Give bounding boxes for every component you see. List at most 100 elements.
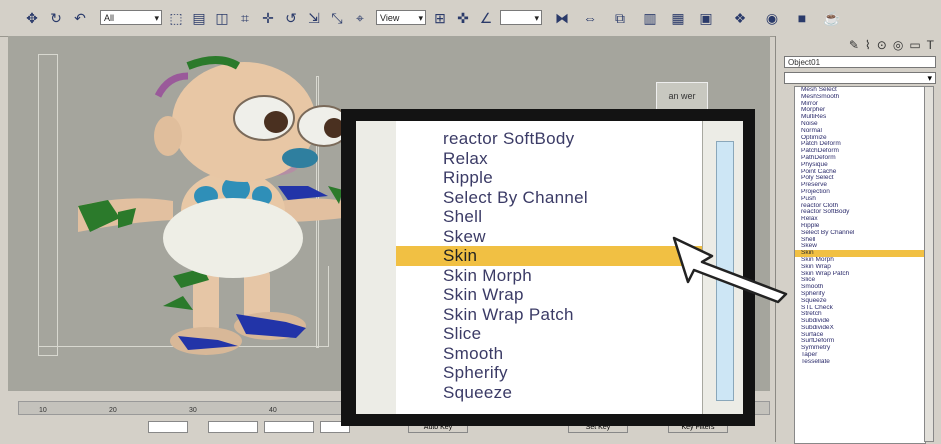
modifier-list-item[interactable]: Mirror [795, 101, 925, 108]
modifier-list-item[interactable]: reactor Cloth [795, 203, 925, 210]
modifier-list-item[interactable]: Push [795, 196, 925, 203]
layers-icon[interactable]: ⧉ [610, 8, 630, 28]
modifier-list-item[interactable]: Symmetry [795, 345, 925, 352]
modifier-list-item[interactable]: Projection [795, 189, 925, 196]
zoom-modifier-list[interactable]: reactor SoftBody Relax Ripple Select By Cha… [396, 121, 702, 414]
modifier-list-item[interactable]: Morpher [795, 107, 925, 114]
mirror-icon[interactable]: ⧓ [552, 8, 572, 28]
modifier-list-item[interactable]: Preserve [795, 182, 925, 189]
zoom-modifier-item[interactable]: reactor SoftBody [396, 129, 702, 149]
zoom-modifier-item[interactable]: Slice [396, 324, 702, 344]
chevron-down-icon: ▾ [927, 73, 932, 83]
modifier-list-scrollbar[interactable] [924, 86, 934, 442]
modifier-list-item[interactable]: Ripple [795, 223, 925, 230]
utilities-tab-icon[interactable]: T [927, 38, 934, 54]
create-tab-icon[interactable]: ✎ [849, 38, 859, 54]
modifier-list-item[interactable]: Tessellate [795, 359, 925, 366]
zoom-modifier-item[interactable]: Skin Wrap [396, 285, 702, 305]
coord-x-field[interactable] [208, 421, 258, 433]
rotate-tool-icon[interactable]: ↺ [281, 8, 301, 28]
align-icon[interactable]: ⇔ [580, 8, 600, 28]
zoom-modifier-item[interactable]: Skin Morph [396, 266, 702, 286]
coord-y-field[interactable] [264, 421, 314, 433]
modifier-list-item[interactable]: Normal [795, 128, 925, 135]
modifier-list-item[interactable]: Physique [795, 162, 925, 169]
modifier-list-item[interactable]: STL Check [795, 305, 925, 312]
zoom-modifier-item[interactable]: Ripple [396, 168, 702, 188]
modifier-list-item[interactable]: Skew [795, 243, 925, 250]
modifier-list-item[interactable]: Skin Morph [795, 257, 925, 264]
modifier-list-item[interactable]: MultiRes [795, 114, 925, 121]
curve-editor-icon[interactable]: ▥ [640, 8, 660, 28]
modifier-list-item[interactable]: Skin [795, 250, 925, 257]
modifier-list-item[interactable]: Select By Channel [795, 230, 925, 237]
modify-tab-icon[interactable]: ⌇ [865, 38, 871, 54]
snaps-icon[interactable]: ✜ [453, 8, 473, 28]
modifier-list-item[interactable]: Slice [795, 277, 925, 284]
frame-field[interactable] [148, 421, 188, 433]
modifier-list-item[interactable]: Stretch [795, 311, 925, 318]
object-name-field[interactable]: Object01 [784, 56, 936, 68]
modifier-list[interactable]: Mesh Select MeshSmooth Mirror Morpher MultiR… [794, 86, 926, 444]
hierarchy-tab-icon[interactable]: ⊙ [877, 38, 887, 54]
zoom-modifier-item[interactable]: Skin [396, 246, 702, 266]
select-and-link-icon[interactable]: ✥ [22, 8, 42, 28]
modifier-list-item[interactable]: Spherify [795, 291, 925, 298]
motion-tab-icon[interactable]: ◎ [893, 38, 903, 54]
reference-coord-dropdown[interactable]: View [376, 10, 426, 26]
selection-filter-dropdown[interactable]: All [100, 10, 162, 26]
modifier-list-item[interactable]: Surface [795, 332, 925, 339]
render-setup-icon[interactable]: ❖ [730, 8, 750, 28]
modifier-list-dropdown[interactable]: ▾ [784, 72, 936, 84]
modifier-list-item[interactable]: Optimize [795, 135, 925, 142]
viewcube-label[interactable]: an wer [656, 82, 708, 110]
modifier-list-item[interactable]: Smooth [795, 284, 925, 291]
modifier-list-item[interactable]: PathDeform [795, 155, 925, 162]
zoom-modifier-item[interactable]: Shell [396, 207, 702, 227]
modifier-list-item[interactable]: Patch Deform [795, 141, 925, 148]
zoom-modifier-item[interactable]: Smooth [396, 344, 702, 364]
scale-nonuniform-icon[interactable]: ⤡ [327, 8, 347, 28]
modifier-list-item[interactable]: Squeeze [795, 298, 925, 305]
modifier-list-item[interactable]: SurfDeform [795, 338, 925, 345]
zoom-modifier-item[interactable]: Squeeze [396, 383, 702, 403]
render-teapot-icon[interactable]: ☕ [822, 8, 842, 28]
zoom-modifier-item[interactable]: Relax [396, 149, 702, 169]
named-selection-field[interactable] [500, 10, 542, 26]
scale-icon[interactable]: ⇲ [304, 8, 324, 28]
modifier-list-item[interactable]: Point Cache [795, 169, 925, 176]
material-editor-icon[interactable]: ▣ [696, 8, 716, 28]
rectangle-region-icon[interactable]: ◫ [212, 8, 232, 28]
modifier-list-item[interactable]: MeshSmooth [795, 94, 925, 101]
quick-render-icon[interactable]: ◉ [762, 8, 782, 28]
modifier-list-item[interactable]: Skin Wrap Patch [795, 271, 925, 278]
pivot-icon[interactable]: ⊞ [430, 8, 450, 28]
schematic-view-icon[interactable]: ▦ [668, 8, 688, 28]
modifier-list-item[interactable]: Skin Wrap [795, 264, 925, 271]
modifier-list-item[interactable]: Shell [795, 237, 925, 244]
display-tab-icon[interactable]: ▭ [909, 38, 920, 54]
modifier-list-item[interactable]: Relax [795, 216, 925, 223]
modifier-list-item[interactable]: Taper [795, 352, 925, 359]
window-crossing-icon[interactable]: ⌗ [235, 8, 255, 28]
modifier-list-item[interactable]: Noise [795, 121, 925, 128]
modifier-list-item[interactable]: Mesh Select [795, 87, 925, 94]
modifier-list-item[interactable]: SubdivideX [795, 325, 925, 332]
zoom-modifier-item[interactable]: Select By Channel [396, 188, 702, 208]
modifier-list-item[interactable]: PatchDeform [795, 148, 925, 155]
zoom-modifier-item[interactable]: Skew [396, 227, 702, 247]
select-manipulate-icon[interactable]: ⌖ [350, 8, 370, 28]
modifier-list-item[interactable]: Poly Select [795, 175, 925, 182]
zoom-modifier-item[interactable]: Skin Wrap Patch [396, 305, 702, 325]
angle-snap-icon[interactable]: ∠ [476, 8, 496, 28]
undo-icon[interactable]: ↶ [70, 8, 90, 28]
command-panel: ✎ ⌇ ⊙ ◎ ▭ T Object01 ▾ Mesh Select MeshSm… [775, 36, 941, 444]
move-icon[interactable]: ✛ [258, 8, 278, 28]
select-object-icon[interactable]: ⬚ [166, 8, 186, 28]
render-frame-icon[interactable]: ■ [792, 8, 812, 28]
rotate-icon[interactable]: ↻ [46, 8, 66, 28]
modifier-list-item[interactable]: reactor SoftBody [795, 209, 925, 216]
modifier-list-item[interactable]: Subdivide [795, 318, 925, 325]
select-by-name-icon[interactable]: ▤ [189, 8, 209, 28]
zoom-modifier-item[interactable]: Spherify [396, 363, 702, 383]
